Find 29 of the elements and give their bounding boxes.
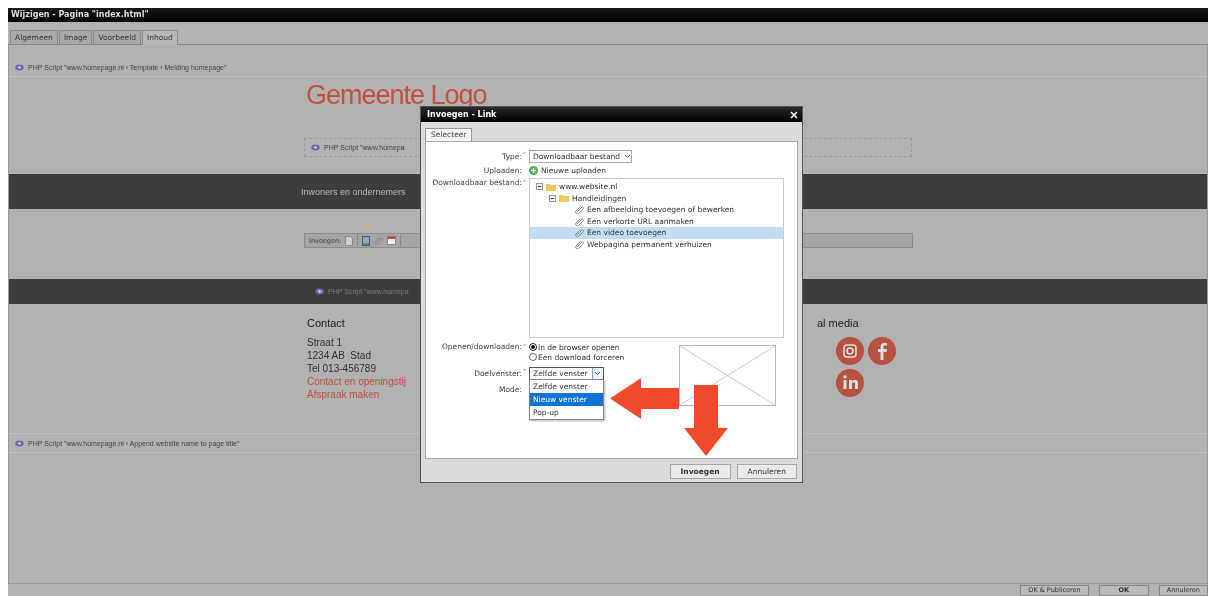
facebook-icon[interactable] [867, 336, 897, 366]
calendar-icon[interactable] [387, 236, 397, 245]
contact-heading: Contact [307, 317, 345, 329]
add-icon [529, 166, 538, 175]
image-icon[interactable] [362, 235, 371, 246]
paperclip-icon [374, 236, 384, 245]
script-icon [15, 439, 24, 447]
tree-toggle-icon[interactable] [549, 194, 556, 202]
linkedin-icon[interactable] [835, 368, 865, 398]
left-arrow [610, 378, 679, 419]
dialog-title: Invoegen - Link [427, 110, 497, 119]
page-icon[interactable] [345, 235, 354, 246]
chevron-down-icon [594, 371, 602, 376]
radio-icon[interactable] [529, 343, 537, 351]
address-line: 1234 AB Stad [307, 349, 371, 362]
nav-item[interactable]: Inwoners en ondernemers [301, 186, 406, 197]
social-heading: al media [817, 317, 859, 329]
instagram-icon[interactable] [835, 336, 865, 366]
chevron-down-icon [624, 154, 632, 159]
script-icon [315, 288, 324, 295]
address-line: Tel 013-456789 [307, 362, 376, 375]
window-title: Wijzigen - Pagina "index.html" [8, 8, 1208, 22]
close-button[interactable] [790, 108, 798, 121]
down-arrow [684, 385, 728, 456]
address-line: Straat 1 [307, 336, 343, 349]
script-icon [311, 144, 320, 151]
tree-toggle-icon[interactable] [536, 183, 543, 191]
script-icon [15, 63, 24, 71]
close-icon [790, 110, 798, 119]
